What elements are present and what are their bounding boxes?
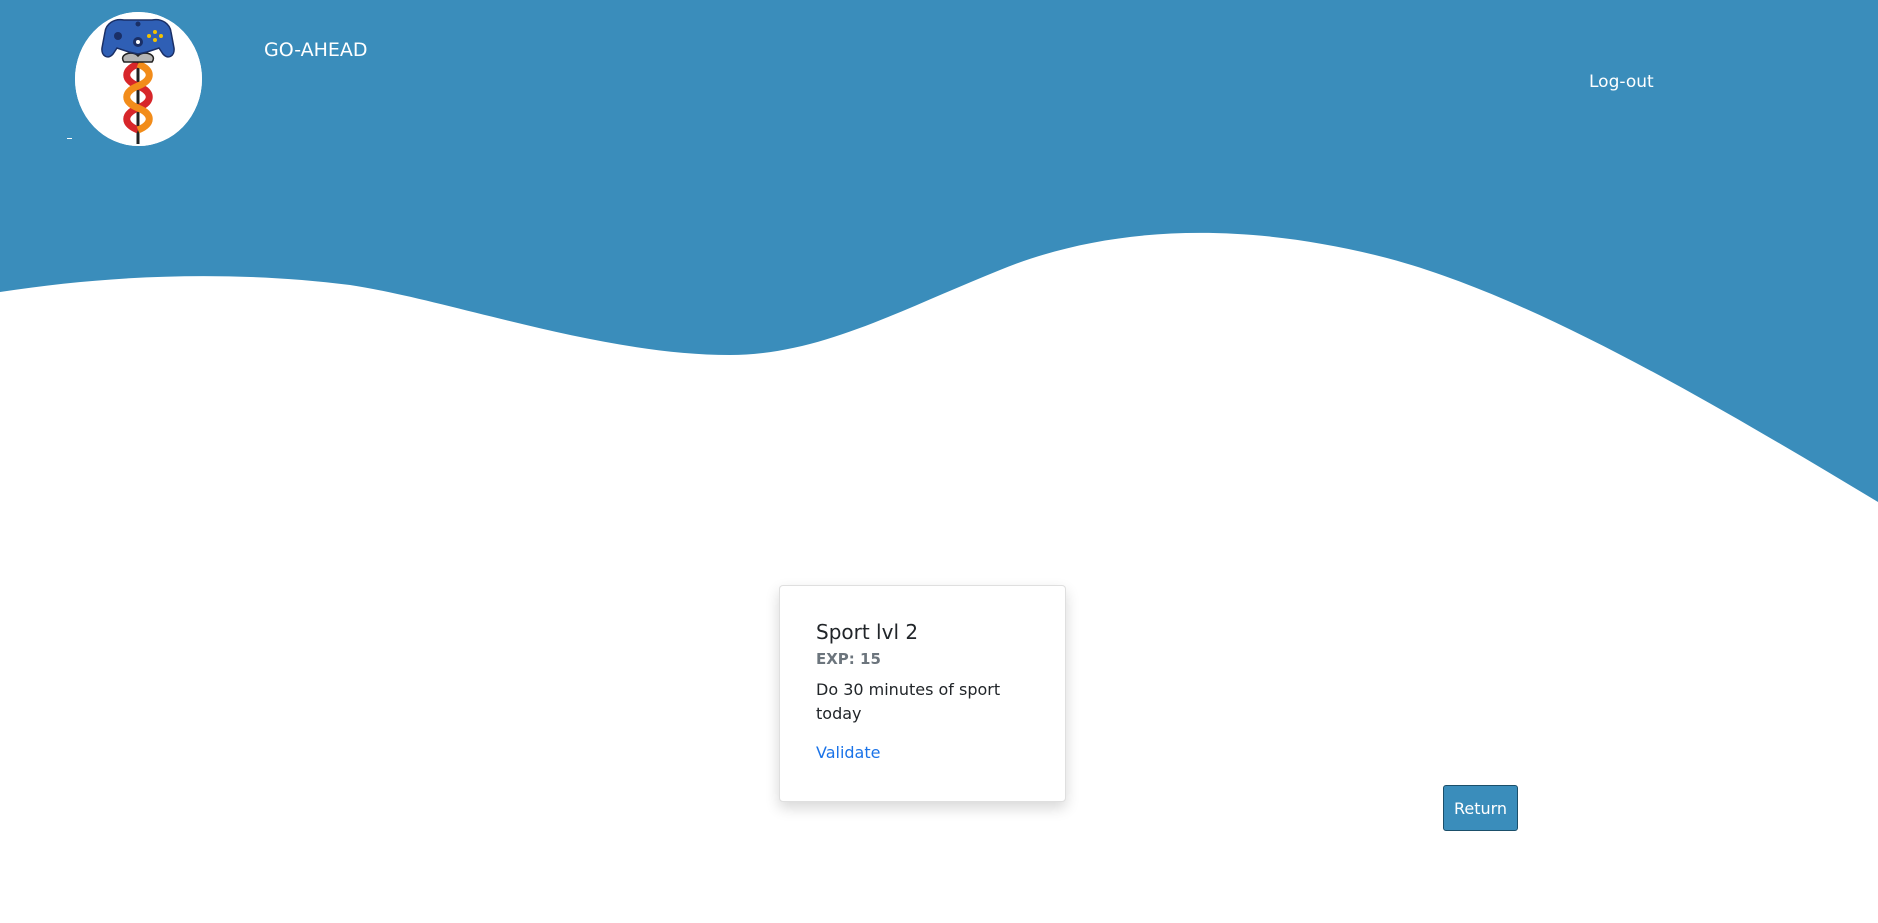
logo-underline-dash: [67, 138, 72, 139]
card-exp: EXP: 15: [816, 650, 881, 668]
controller-caduceus-icon: [75, 12, 202, 146]
card-title: Sport lvl 2: [816, 620, 919, 644]
logo-icon[interactable]: [75, 12, 202, 146]
return-button[interactable]: Return: [1443, 785, 1518, 831]
quest-card: Sport lvl 2 EXP: 15 Do 30 minutes of spo…: [779, 585, 1066, 802]
validate-link[interactable]: Validate: [816, 743, 880, 762]
top-navbar: GO-AHEAD Log-out: [0, 0, 1878, 160]
brand-name[interactable]: GO-AHEAD: [264, 39, 368, 61]
card-description: Do 30 minutes of sport today: [816, 680, 1001, 723]
logout-link[interactable]: Log-out: [1589, 72, 1654, 92]
